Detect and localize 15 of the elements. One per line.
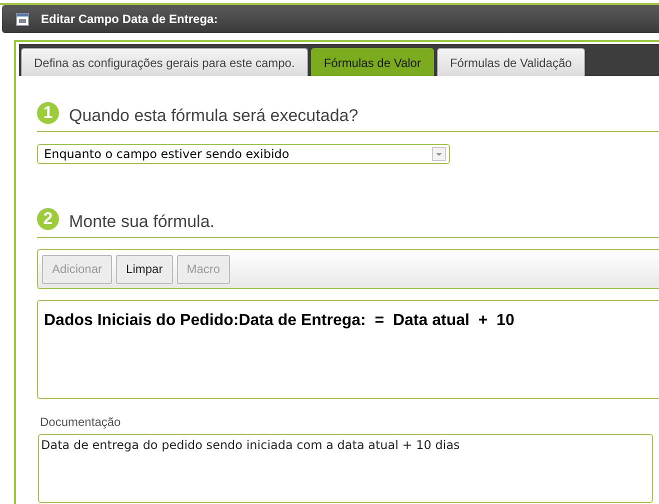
calendar-icon (16, 12, 29, 26)
step-number: 2 (37, 208, 59, 230)
documentation-field[interactable]: Data de entrega do pedido sendo iniciada com a data atual + 10 dias (38, 434, 653, 503)
window-title: Editar Campo Data de Entrega: (41, 11, 218, 28)
tab[interactable]: Fórmulas de Valor (310, 48, 434, 76)
formula-text: Dados Iniciais do Pedido:Data de Entrega: = Data atual + 10 (44, 312, 514, 329)
tab[interactable]: Fórmulas de Validação (436, 48, 585, 76)
formula-area[interactable]: Dados Iniciais do Pedido:Data de Entrega: = Data atual + 10 (37, 300, 659, 399)
step-title: Quando esta fórmula será executada? (69, 104, 358, 126)
trigger-select[interactable]: Enquanto o campo estiver sendo exibido (37, 144, 450, 164)
step-title: Monte sua fórmula. (69, 210, 215, 232)
tab[interactable]: Defina as configurações gerais para este campo. (21, 48, 308, 76)
documentation-label: Documentação (40, 414, 121, 431)
step-number: 1 (37, 102, 59, 124)
toolbar-button[interactable]: Limpar (116, 254, 173, 284)
